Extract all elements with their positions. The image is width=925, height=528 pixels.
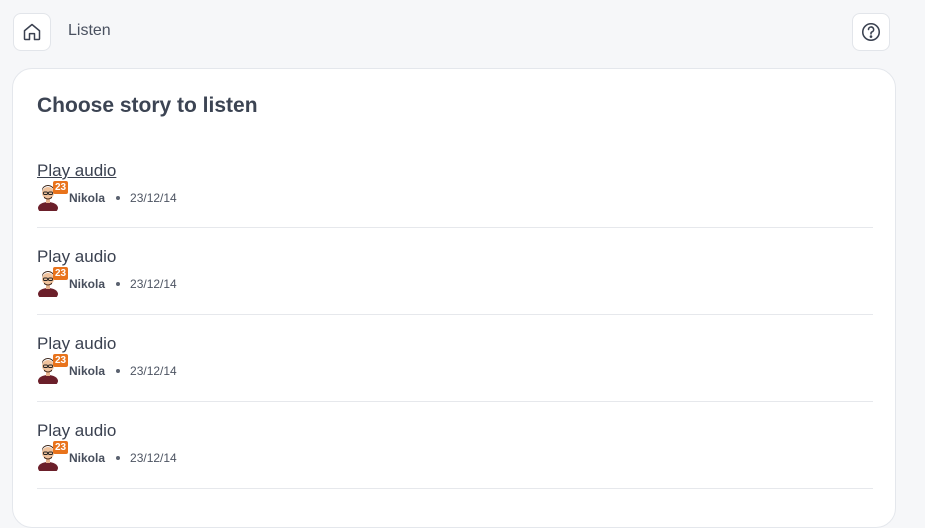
- author-name: Nikola: [69, 364, 106, 378]
- author-name: Nikola: [69, 191, 106, 205]
- avatar: 23: [37, 267, 69, 297]
- level-badge: 23: [53, 267, 69, 280]
- page-title: Choose story to listen: [37, 94, 258, 117]
- story-date: 23/12/14: [130, 451, 177, 465]
- list-item: Play audio 23 Nikola 23/12/14: [37, 315, 873, 402]
- play-audio-link[interactable]: Play audio: [37, 247, 116, 267]
- separator-dot: [116, 196, 121, 200]
- list-item: Play audio 23 Nikola 23/12/14: [37, 142, 873, 228]
- story-date: 23/12/14: [130, 191, 177, 205]
- home-button[interactable]: [13, 13, 51, 51]
- story-list: Play audio 23 Nikola 23/12/14 Play audio…: [37, 142, 873, 489]
- author-name: Nikola: [69, 277, 106, 291]
- story-meta: 23 Nikola 23/12/14: [37, 354, 177, 384]
- story-date: 23/12/14: [130, 277, 177, 291]
- avatar: 23: [37, 354, 69, 384]
- avatar: 23: [37, 441, 69, 471]
- breadcrumb: Listen: [68, 22, 111, 39]
- level-badge: 23: [53, 441, 69, 454]
- help-button[interactable]: [852, 13, 890, 51]
- play-audio-link[interactable]: Play audio: [37, 421, 116, 441]
- story-meta: 23 Nikola 23/12/14: [37, 441, 177, 471]
- level-badge: 23: [53, 181, 69, 194]
- separator-dot: [116, 369, 121, 373]
- story-date: 23/12/14: [130, 364, 177, 378]
- avatar: 23: [37, 181, 69, 211]
- play-audio-link[interactable]: Play audio: [37, 334, 116, 354]
- list-item: Play audio 23 Nikola 23/12/14: [37, 402, 873, 489]
- separator-dot: [116, 282, 121, 286]
- story-card: Choose story to listen Play audio 23 Nik…: [12, 68, 896, 528]
- author-name: Nikola: [69, 451, 106, 465]
- story-meta: 23 Nikola 23/12/14: [37, 181, 177, 211]
- home-icon: [23, 23, 41, 41]
- separator-dot: [116, 456, 121, 460]
- story-meta: 23 Nikola 23/12/14: [37, 267, 177, 297]
- list-item: Play audio 23 Nikola 23/12/14: [37, 228, 873, 315]
- level-badge: 23: [53, 354, 69, 367]
- play-audio-link[interactable]: Play audio: [37, 161, 116, 181]
- top-bar: Listen: [0, 0, 925, 64]
- help-circle-icon: [861, 22, 881, 42]
